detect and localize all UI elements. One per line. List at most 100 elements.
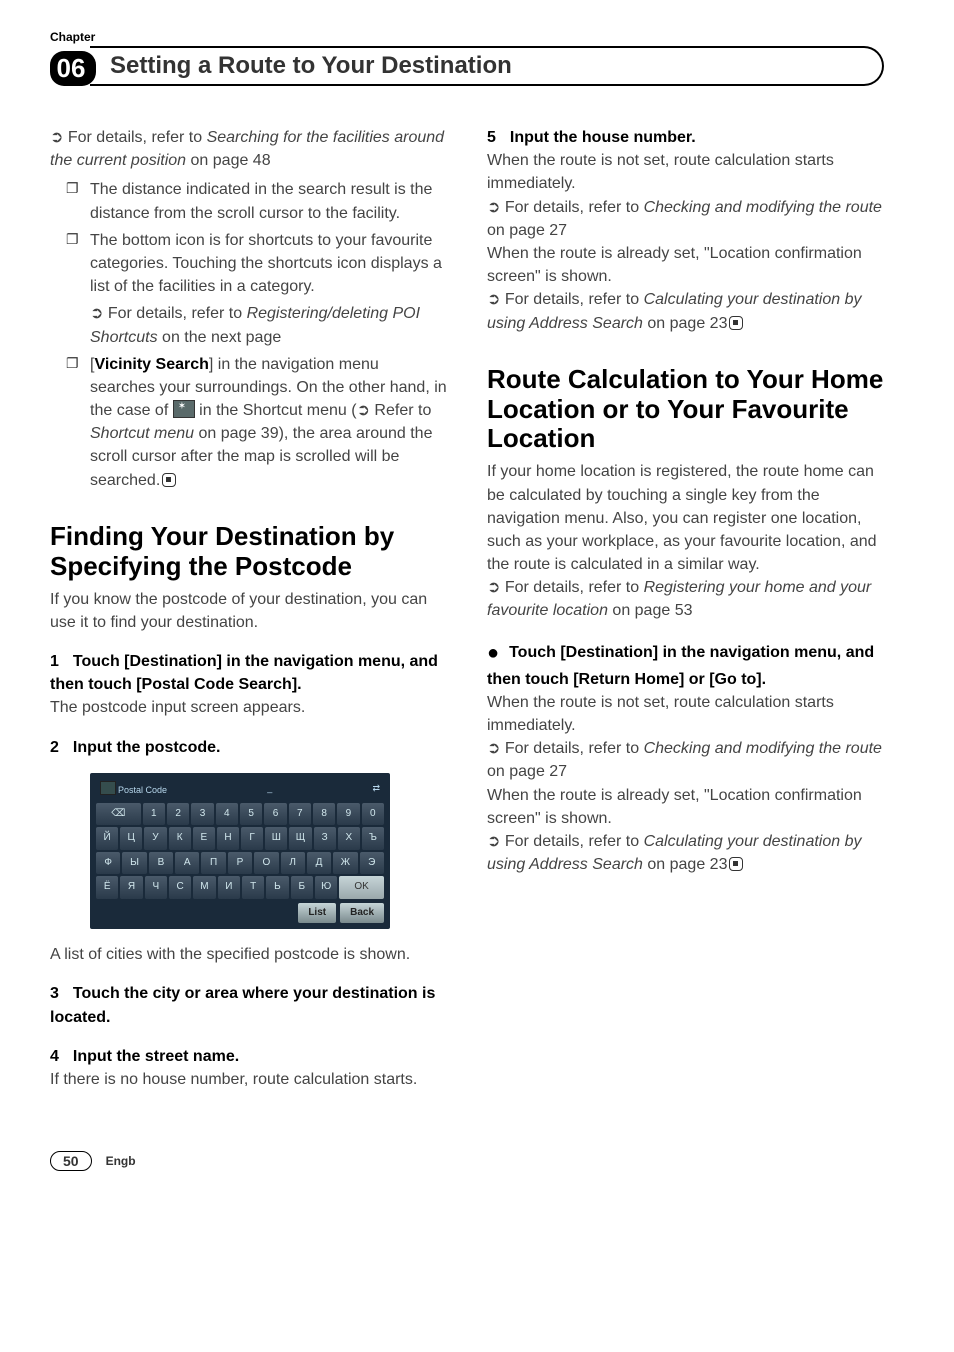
ref-suffix: on page 23 — [643, 315, 728, 332]
section-intro: If your home location is registered, the… — [487, 460, 884, 576]
kb-key: П — [201, 852, 225, 875]
kb-list-button: List — [298, 903, 336, 924]
section-intro: If you know the postcode of your destina… — [50, 588, 447, 634]
ref-arrow-icon: ➲ For details, refer to — [487, 740, 644, 757]
kb-footer: List Back — [96, 903, 384, 924]
left-column: ➲ For details, refer to Searching for th… — [50, 126, 447, 1091]
kb-key: В — [149, 852, 173, 875]
section-heading: Route Calculation to Your Home Location … — [487, 365, 884, 455]
kb-row: ⌫ 1 2 3 4 5 6 7 8 9 0 — [96, 803, 384, 826]
step-result: The postcode input screen appears. — [50, 696, 447, 719]
step-number: 5 — [487, 129, 496, 146]
kb-key: Я — [120, 876, 142, 899]
right-column: 5 Input the house number. When the route … — [487, 126, 884, 1091]
ref-suffix: on the next page — [158, 329, 282, 346]
bullet-text: The bottom icon is for shortcuts to your… — [90, 232, 442, 295]
kb-key: 7 — [289, 803, 311, 826]
kb-key: 4 — [216, 803, 238, 826]
page-footer: 50 Engb — [50, 1151, 884, 1171]
kb-row: Й Ц У К Е Н Г Ш Щ З Х Ъ — [96, 827, 384, 850]
chapter-title: Setting a Route to Your Destination — [90, 46, 884, 86]
kb-key: Ю — [315, 876, 337, 899]
kb-key: Щ — [289, 827, 311, 850]
feature-name: Vicinity Search — [94, 356, 208, 373]
ref-suffix: on page 27 — [487, 222, 567, 239]
kb-header: Postal Code _ ⇄ — [96, 779, 384, 803]
kb-key: 5 — [240, 803, 262, 826]
kb-back-button: Back — [340, 903, 384, 924]
vicinity-icon — [173, 400, 195, 418]
ref-link: Checking and modifying the route — [644, 199, 882, 216]
kb-key: Д — [307, 852, 331, 875]
kb-key: А — [175, 852, 199, 875]
kb-key: Р — [228, 852, 252, 875]
cross-ref: ➲ For details, refer to Calculating your… — [487, 288, 884, 334]
book-icon — [100, 781, 116, 795]
kb-key: Т — [242, 876, 264, 899]
kb-key: Л — [281, 852, 305, 875]
step-number: 1 — [50, 653, 59, 670]
kb-row: Ф Ы В А П Р О Л Д Ж Э — [96, 852, 384, 875]
procedure-step: 3Touch the city or area where your desti… — [50, 982, 447, 1028]
body-text: When the route is not set, route calcula… — [487, 149, 884, 195]
cross-ref: ➲ For details, refer to Checking and mod… — [487, 737, 884, 783]
kb-key: М — [193, 876, 215, 899]
procedure-step: 4Input the street name. — [50, 1045, 447, 1068]
kb-key: 8 — [313, 803, 335, 826]
kb-key: Й — [96, 827, 118, 850]
procedure-step: 1Touch [Destination] in the navigation m… — [50, 650, 447, 696]
step-result: If there is no house number, route calcu… — [50, 1068, 447, 1091]
chapter-label: Chapter — [50, 30, 884, 44]
kb-key: 3 — [191, 803, 213, 826]
ref-arrow-icon: ➲ For details, refer to — [50, 129, 207, 146]
cross-ref: ➲ For details, refer to Checking and mod… — [487, 196, 884, 242]
page-number: 50 — [50, 1151, 92, 1171]
bullet-text: The distance indicated in the search res… — [90, 181, 432, 221]
bullet-icon: ● — [487, 642, 499, 664]
ref-suffix: on page 53 — [608, 602, 693, 619]
list-item: [Vicinity Search] in the navigation menu… — [90, 353, 447, 492]
list-item: The distance indicated in the search res… — [90, 178, 447, 224]
kb-key: Х — [338, 827, 360, 850]
postcode-keyboard-screenshot: Postal Code _ ⇄ ⌫ 1 2 3 4 5 6 7 8 9 0 — [90, 773, 390, 930]
step-number: 4 — [50, 1048, 59, 1065]
step-text: Touch [Destination] in the navigation me… — [50, 653, 438, 693]
kb-lang-toggle: ⇄ — [372, 782, 380, 795]
header-row: 06 Setting a Route to Your Destination — [50, 46, 884, 86]
kb-key: Э — [360, 852, 384, 875]
kb-key: Ш — [265, 827, 287, 850]
step-text: Input the postcode. — [73, 739, 221, 756]
ref-suffix: on page 48 — [186, 152, 271, 169]
kb-key: Б — [291, 876, 313, 899]
cross-ref: ➲ For details, refer to Searching for th… — [50, 126, 447, 172]
kb-key: Ж — [333, 852, 357, 875]
kb-key: ⌫ — [96, 803, 141, 826]
ref-arrow-icon: ➲ For details, refer to — [487, 833, 644, 850]
kb-key: Ё — [96, 876, 118, 899]
ref-suffix: on page 27 — [487, 763, 567, 780]
kb-key: Ь — [266, 876, 288, 899]
ref-link: Checking and modifying the route — [644, 740, 882, 757]
end-of-section-icon — [729, 316, 743, 330]
kb-key: Ф — [96, 852, 120, 875]
kb-field: _ — [267, 782, 272, 795]
step-result: A list of cities with the specified post… — [50, 943, 447, 966]
kb-key: Ы — [122, 852, 146, 875]
kb-key: К — [169, 827, 191, 850]
procedure-step: 2Input the postcode. — [50, 736, 447, 759]
cross-ref: ➲ For details, refer to Calculating your… — [487, 830, 884, 876]
kb-key: 9 — [337, 803, 359, 826]
kb-key: З — [314, 827, 336, 850]
page: Chapter 06 Setting a Route to Your Desti… — [0, 0, 954, 1201]
ref-arrow-icon: ➲ For details, refer to — [487, 199, 644, 216]
step-text: Input the house number. — [510, 129, 696, 146]
step-text: Touch the city or area where your destin… — [50, 985, 435, 1025]
ref-link: Shortcut menu — [90, 425, 194, 442]
kb-key: 2 — [167, 803, 189, 826]
ref-arrow-icon: ➲ For details, refer to — [487, 291, 644, 308]
end-of-section-icon — [729, 857, 743, 871]
kb-key: Г — [241, 827, 263, 850]
body-text: When the route is not set, route calcula… — [487, 691, 884, 737]
kb-key: Ч — [145, 876, 167, 899]
ref-arrow-icon: ➲ For details, refer to — [487, 579, 644, 596]
